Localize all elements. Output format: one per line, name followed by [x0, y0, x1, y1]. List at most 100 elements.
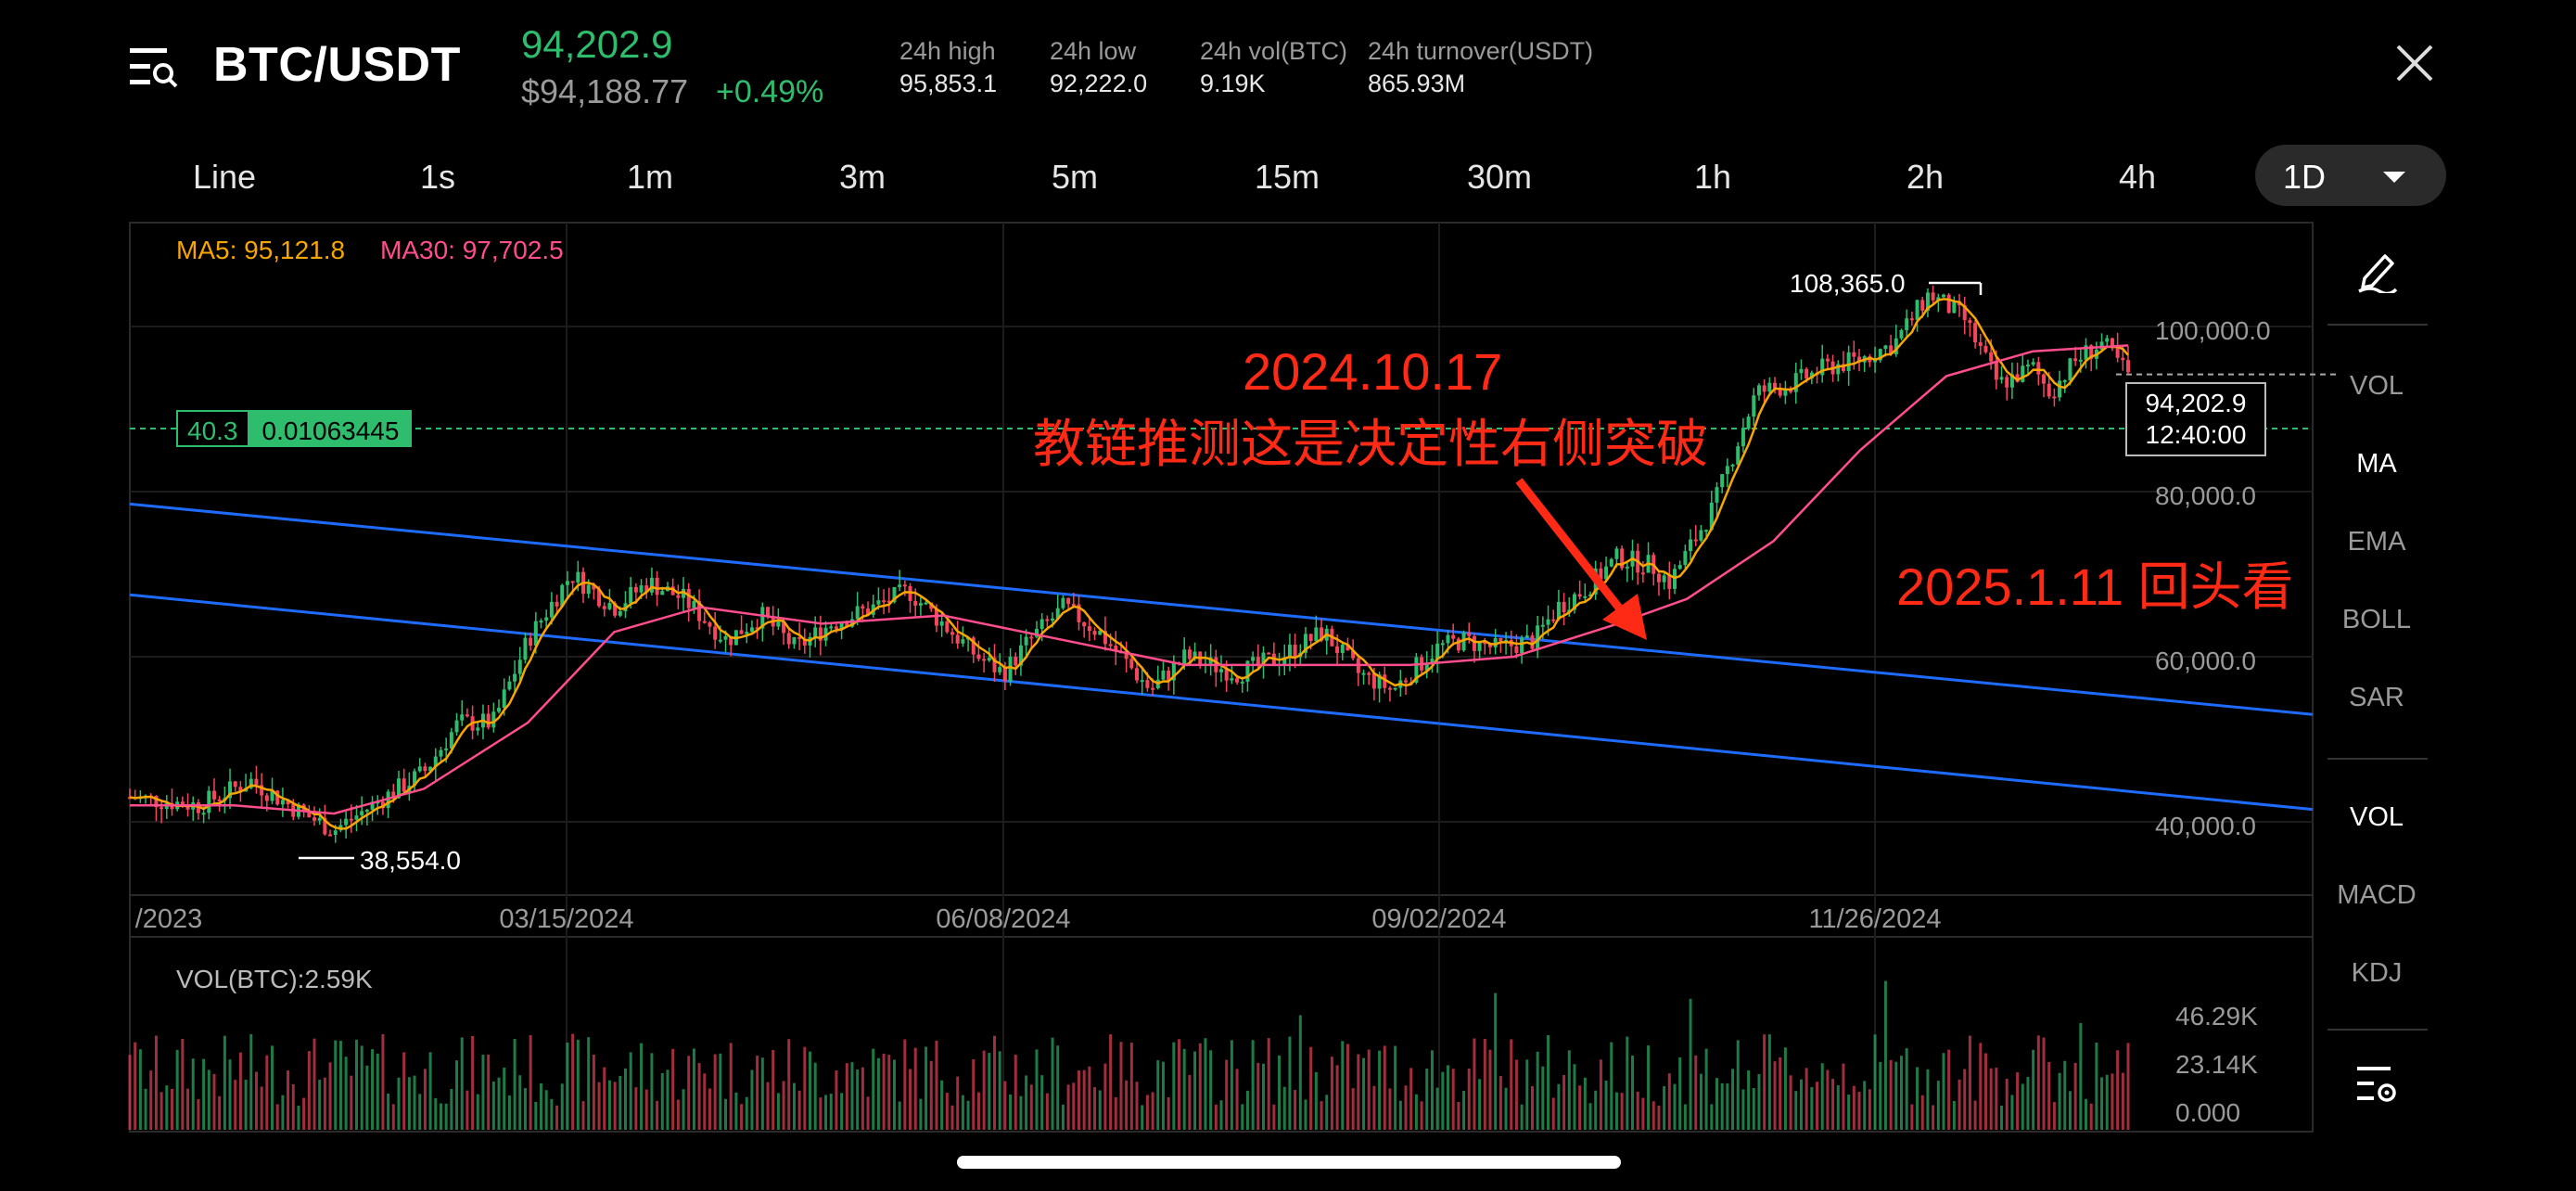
- volume-label: VOL(BTC):2.59K: [176, 965, 373, 993]
- volume-bar: [919, 1098, 923, 1130]
- volume-bar: [1230, 1040, 1233, 1130]
- draw-pen-icon[interactable]: [2355, 250, 2398, 293]
- indicator-macd[interactable]: MACD: [2313, 880, 2441, 911]
- candle-body: [201, 813, 206, 815]
- candle-body: [1393, 687, 1397, 690]
- volume-bar: [623, 1068, 627, 1130]
- volume-bar: [1763, 1034, 1766, 1130]
- candle-body: [159, 807, 164, 810]
- volume-bar: [1082, 1069, 1086, 1130]
- volume-bar: [671, 1048, 675, 1130]
- volume-bar: [687, 1056, 691, 1130]
- volume-bar: [1235, 1069, 1239, 1130]
- candle-body: [1092, 631, 1097, 635]
- volume-bar: [1045, 1093, 1049, 1130]
- candle-body: [1994, 361, 1998, 380]
- volume-bar: [597, 1082, 601, 1130]
- volume-bar: [956, 1076, 960, 1130]
- candle-body: [924, 602, 928, 605]
- indicator-sar[interactable]: SAR: [2313, 683, 2441, 713]
- candle-body: [417, 766, 422, 772]
- volume-bar: [1035, 1049, 1039, 1130]
- volume-bar: [513, 1039, 516, 1130]
- candle-body: [1472, 635, 1476, 651]
- candle-body: [1235, 678, 1240, 683]
- volume-bar: [1857, 1092, 1861, 1130]
- candle-body: [423, 766, 427, 772]
- volume-bar: [397, 1077, 401, 1130]
- candle-body: [913, 600, 918, 606]
- candle-body: [2078, 359, 2083, 362]
- volume-bar: [1451, 1069, 1455, 1130]
- indicator-vol-sub[interactable]: VOL: [2313, 802, 2441, 833]
- volume-bar: [1357, 1054, 1360, 1130]
- volume-bar: [1573, 1064, 1576, 1130]
- level-box-right: 0.01063445: [249, 410, 413, 447]
- candle-body: [1989, 352, 1994, 362]
- volume-bar: [1198, 1043, 1202, 1130]
- candle-body: [539, 621, 543, 623]
- candle-body: [792, 636, 797, 645]
- volume-bar: [154, 1035, 158, 1130]
- indicator-ma[interactable]: MA: [2313, 449, 2441, 480]
- volume-bar: [1457, 1102, 1460, 1130]
- volume-bar: [1583, 1077, 1587, 1130]
- volume-bar: [2089, 1103, 2093, 1130]
- volume-bar: [1345, 1044, 1349, 1130]
- indicator-kdj[interactable]: KDJ: [2313, 958, 2441, 989]
- candle-body: [1978, 342, 1983, 346]
- candle-body: [1730, 464, 1735, 467]
- candle-body: [454, 720, 459, 733]
- volume-bar: [1783, 1047, 1787, 1130]
- candle-body: [660, 591, 665, 596]
- volume-bar: [1667, 1073, 1671, 1130]
- indicator-settings-icon[interactable]: [2355, 1063, 2398, 1106]
- candle-body: [1699, 530, 1703, 541]
- volume-bar: [1430, 1050, 1434, 1130]
- volume-bar: [497, 1077, 501, 1130]
- volume-bar: [307, 1051, 311, 1130]
- candle-body: [360, 811, 364, 816]
- volume-bar: [1209, 1050, 1213, 1130]
- indicator-ema[interactable]: EMA: [2313, 527, 2441, 557]
- candle-body: [876, 600, 881, 605]
- candle-body: [1440, 643, 1445, 646]
- candle-body: [1135, 668, 1140, 681]
- volume-bar: [507, 1095, 511, 1130]
- volume-bar: [212, 1073, 216, 1130]
- volume-bar: [518, 1075, 522, 1130]
- volume-bar: [1873, 1034, 1877, 1130]
- candle-body: [1704, 530, 1709, 532]
- volume-bar: [413, 1075, 416, 1130]
- volume-bar: [581, 1101, 585, 1130]
- volume-bar: [950, 1105, 954, 1130]
- candle-body: [607, 603, 612, 609]
- volume-bar: [1947, 1049, 1951, 1130]
- candle-body: [1187, 649, 1192, 660]
- candle-body: [998, 667, 1002, 672]
- level-box[interactable]: 40.3 0.01063445: [176, 410, 413, 447]
- candle-body: [776, 621, 781, 627]
- volume-bar: [1141, 1105, 1144, 1130]
- candle-body: [1941, 294, 1945, 298]
- candle-body: [549, 601, 554, 618]
- candle-body: [513, 673, 517, 682]
- volume-bar: [1720, 1082, 1724, 1130]
- candle-body: [1773, 382, 1778, 389]
- volume-bar: [487, 1054, 491, 1130]
- candle-body: [1251, 657, 1256, 661]
- volume-bar: [2058, 1072, 2061, 1130]
- volume-bar: [202, 1058, 206, 1130]
- volume-bar: [1093, 1087, 1097, 1130]
- volume-bar: [1879, 1061, 1882, 1130]
- indicator-boll[interactable]: BOLL: [2313, 605, 2441, 635]
- candle-body: [723, 635, 728, 640]
- candle-body: [328, 834, 333, 837]
- indicator-vol-main[interactable]: VOL: [2313, 371, 2441, 402]
- volume-bar: [1335, 1065, 1339, 1130]
- volume-bar: [1378, 1050, 1382, 1130]
- candle-body: [1909, 318, 1914, 321]
- volume-bar: [238, 1052, 242, 1130]
- channel-lower-line: [129, 593, 2314, 812]
- volume-bar: [1942, 1053, 1945, 1130]
